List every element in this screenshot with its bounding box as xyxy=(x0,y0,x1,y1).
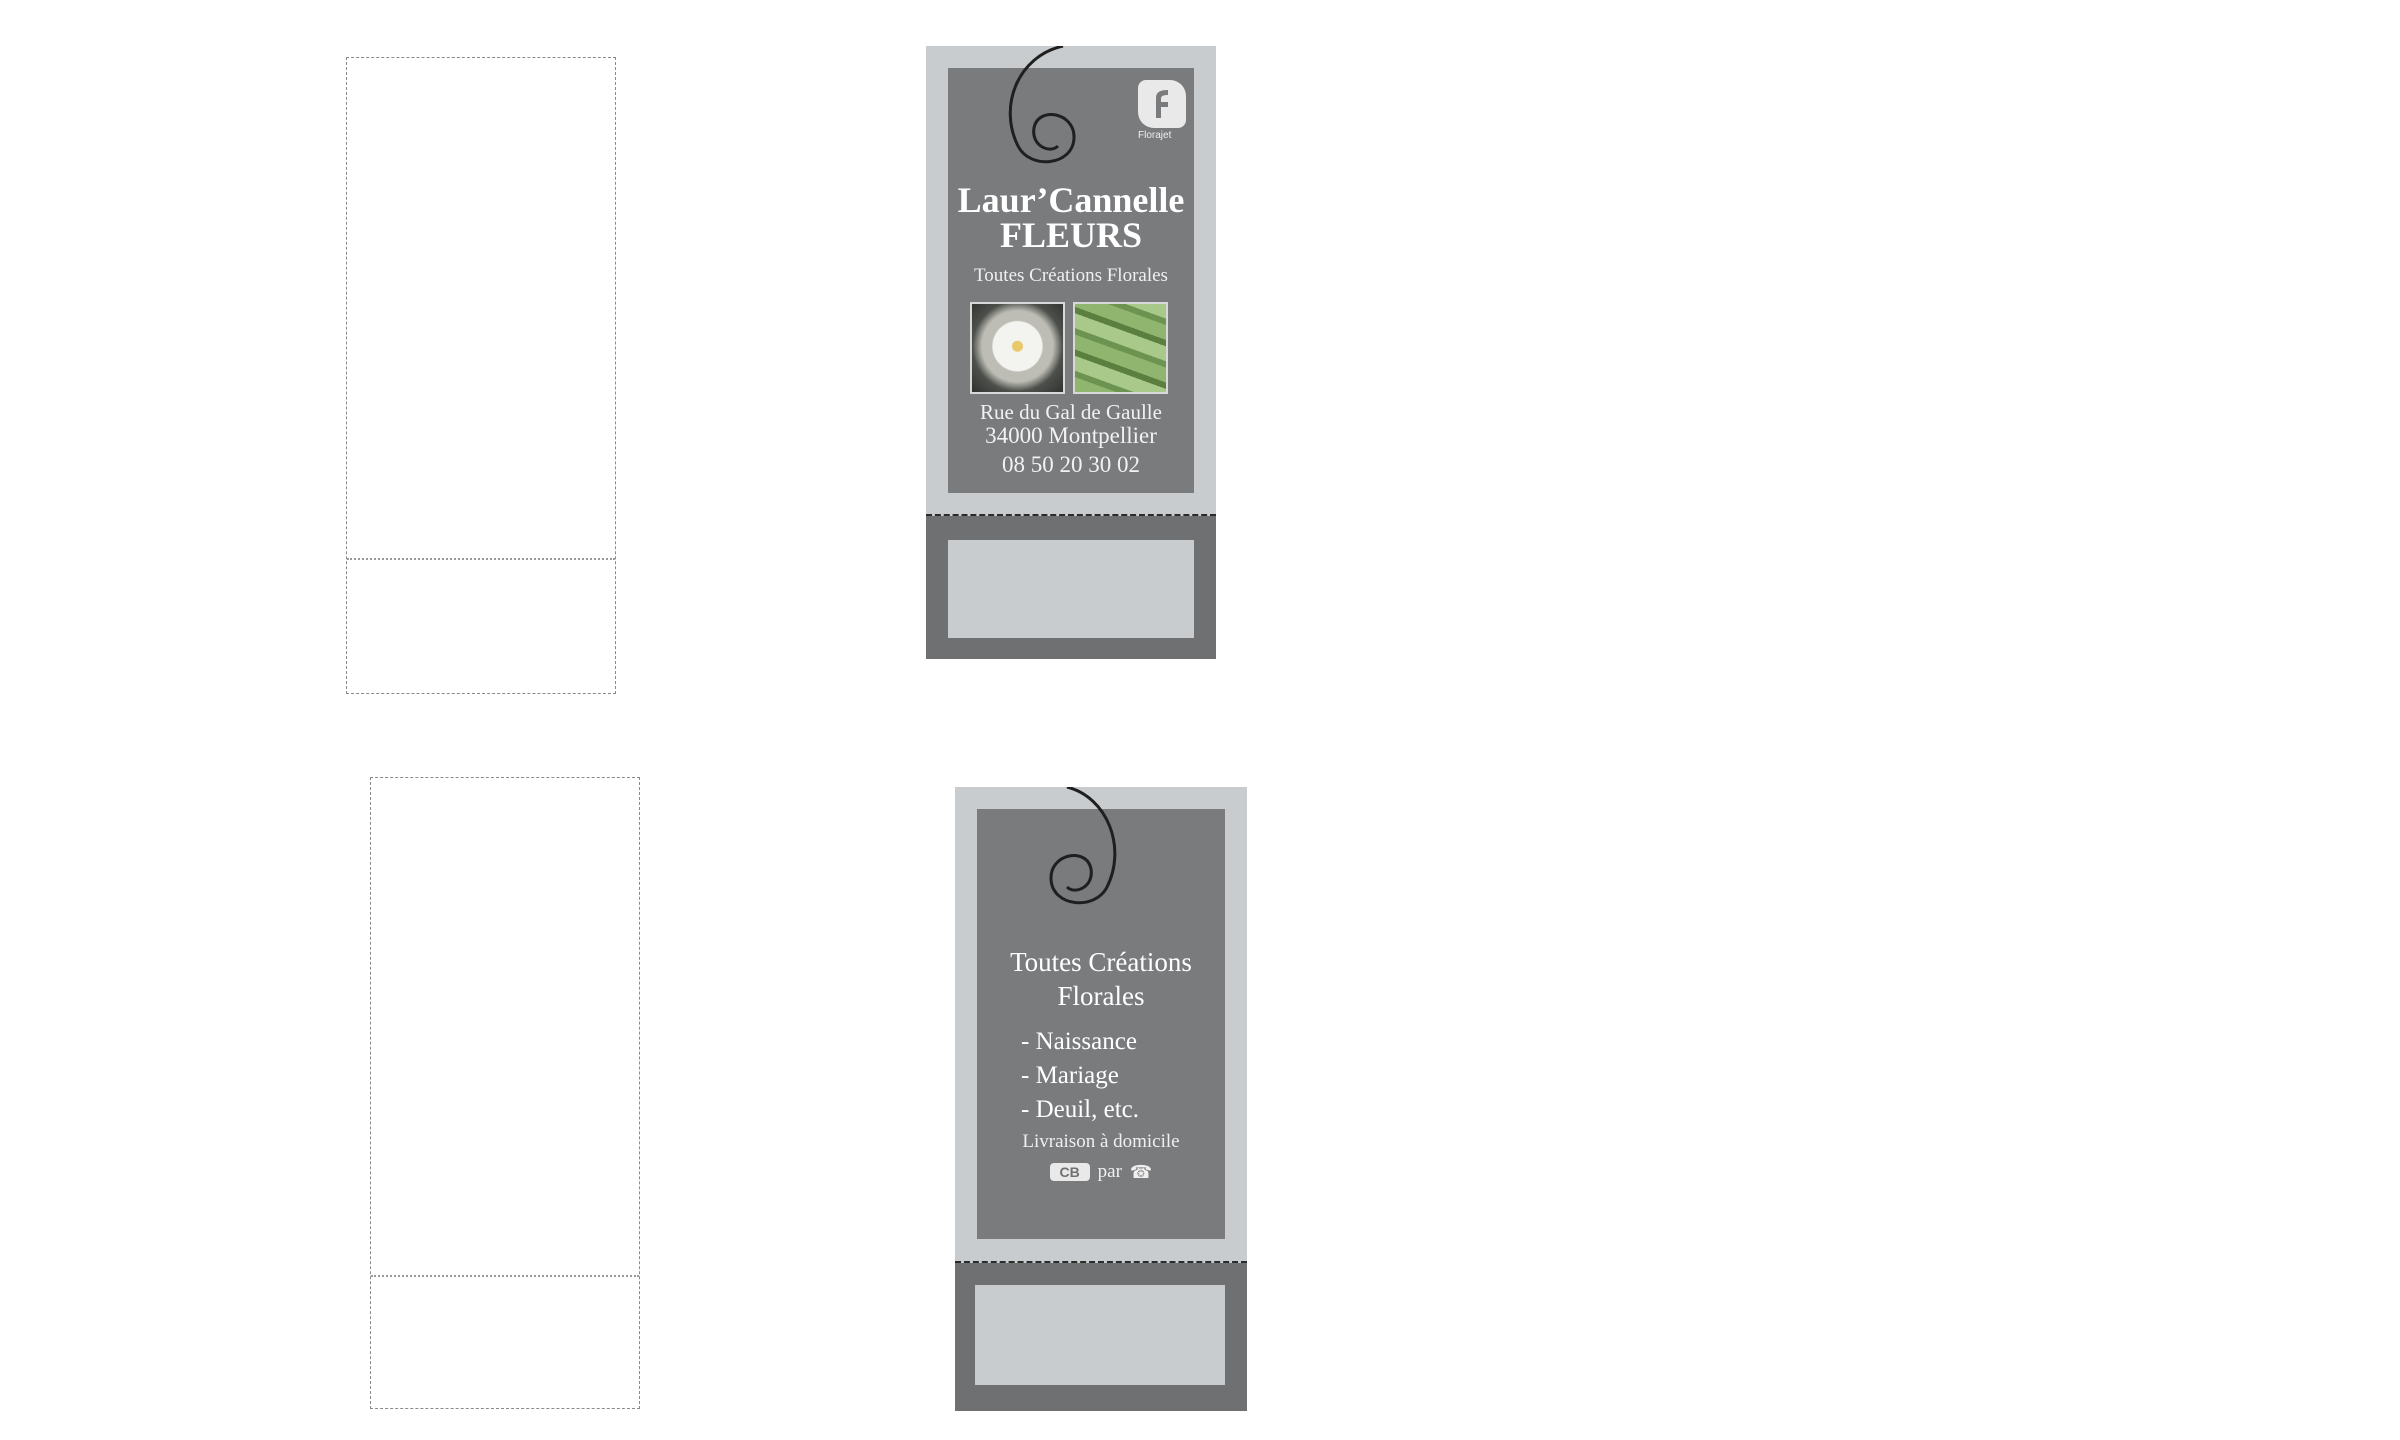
logo-caption: Florajet xyxy=(1138,130,1172,141)
phone-number: 08 50 20 30 02 xyxy=(1002,452,1140,477)
address: Rue du Gal de Gaulle xyxy=(980,400,1162,424)
stub-window xyxy=(975,1285,1225,1385)
shop-name-line1: Laur’Cannelle xyxy=(957,180,1185,220)
shop-name-line2: FLEURS xyxy=(999,215,1143,255)
perforation-line xyxy=(347,558,615,560)
city: 34000 Montpellier xyxy=(985,423,1157,448)
front-tag: Florajet Laur’Cannelle FLEURS Toutes Cré… xyxy=(926,46,1216,659)
hook-swirl-icon xyxy=(1049,787,1117,905)
service-list: - Naissance - Mariage - Deuil, etc. xyxy=(1021,1025,1139,1127)
payment-row: CB par ☎ xyxy=(977,1161,1225,1183)
service-item: - Deuil, etc. xyxy=(1021,1096,1140,1123)
phone-icon: ☎ xyxy=(1129,1161,1153,1183)
blank-tag-back-template xyxy=(370,777,640,1409)
payment-connector: par xyxy=(1097,1161,1122,1182)
back-panel: Toutes Créations Florales - Naissance - … xyxy=(977,787,1225,1239)
stub xyxy=(926,516,1216,659)
perforation-line xyxy=(371,1275,639,1277)
credit-card-icon: CB xyxy=(1049,1163,1090,1181)
tagline: Toutes Créations Florales xyxy=(974,265,1168,286)
back-tag: Toutes Créations Florales - Naissance - … xyxy=(955,787,1247,1411)
heading-line1: Toutes Créations xyxy=(1010,947,1192,977)
service-item: - Mariage xyxy=(1021,1062,1119,1089)
green-leaf-photo xyxy=(1073,302,1168,394)
front-panel: Florajet Laur’Cannelle FLEURS Toutes Cré… xyxy=(948,46,1194,493)
heading-line2: Florales xyxy=(1057,981,1145,1011)
stub xyxy=(955,1263,1247,1411)
blank-tag-front-template xyxy=(346,57,616,694)
stub-window xyxy=(948,540,1194,638)
florajet-logo-icon xyxy=(1138,80,1186,128)
white-flower-photo xyxy=(970,302,1065,394)
service-item: - Naissance xyxy=(1021,1028,1137,1055)
delivery-text: Livraison à domicile xyxy=(1022,1131,1180,1152)
hook-swirl-icon xyxy=(1008,46,1076,164)
